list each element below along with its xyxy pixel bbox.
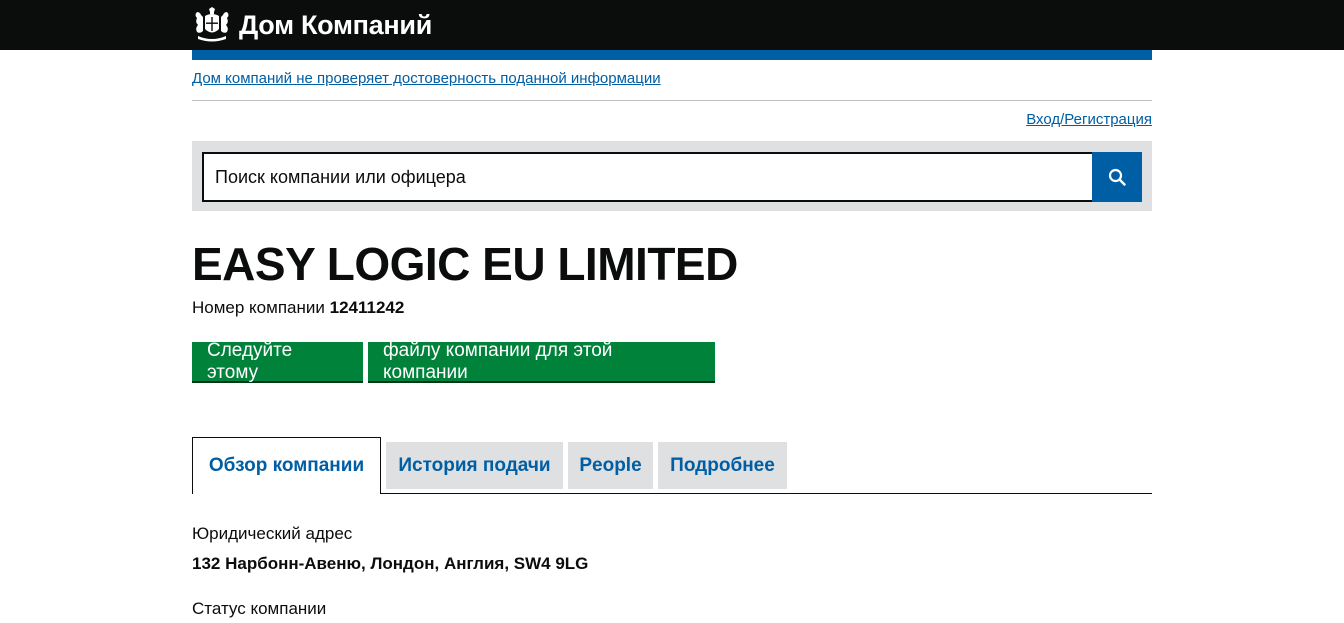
tab-company-overview[interactable]: Обзор компании	[192, 437, 381, 494]
company-tabs: Обзор компании История подачи People Под…	[192, 437, 1152, 494]
tab-filing-history[interactable]: История подачи	[386, 442, 563, 489]
company-number-label: Номер компании	[192, 298, 325, 317]
brand-logo-link[interactable]: Дом Компаний	[192, 6, 432, 44]
company-status-label: Статус компании	[192, 599, 327, 618]
divider	[192, 100, 1152, 101]
registered-address-value: 132 Нарбонн-Авеню, Лондон, Англия, SW4 9…	[192, 554, 589, 573]
company-file-button[interactable]: файлу компании для этой компании	[368, 340, 715, 383]
top-header-bar: Дом Компаний	[0, 0, 1344, 50]
royal-crest-icon	[195, 7, 229, 42]
tab-more[interactable]: Подробнее	[658, 442, 787, 489]
search-panel	[192, 141, 1152, 211]
company-name-heading: EASY LOGIC EU LIMITED	[192, 238, 738, 290]
login-register-link[interactable]: Вход/Регистрация	[1026, 111, 1152, 128]
search-input[interactable]	[202, 152, 1094, 202]
brand-name: Дом Компаний	[239, 9, 432, 40]
registered-address-label: Юридический адрес	[192, 524, 353, 543]
company-number: Номер компании 12411242	[192, 298, 404, 318]
company-number-value: 12411242	[329, 298, 405, 317]
search-button[interactable]	[1092, 152, 1142, 202]
disclaimer-link[interactable]: Дом компаний не проверяет достоверность …	[192, 70, 661, 87]
follow-company-button[interactable]: Следуйте этому	[192, 340, 363, 383]
tab-people[interactable]: People	[568, 442, 653, 489]
header-accent-bar	[192, 50, 1152, 60]
search-icon	[1108, 168, 1126, 186]
